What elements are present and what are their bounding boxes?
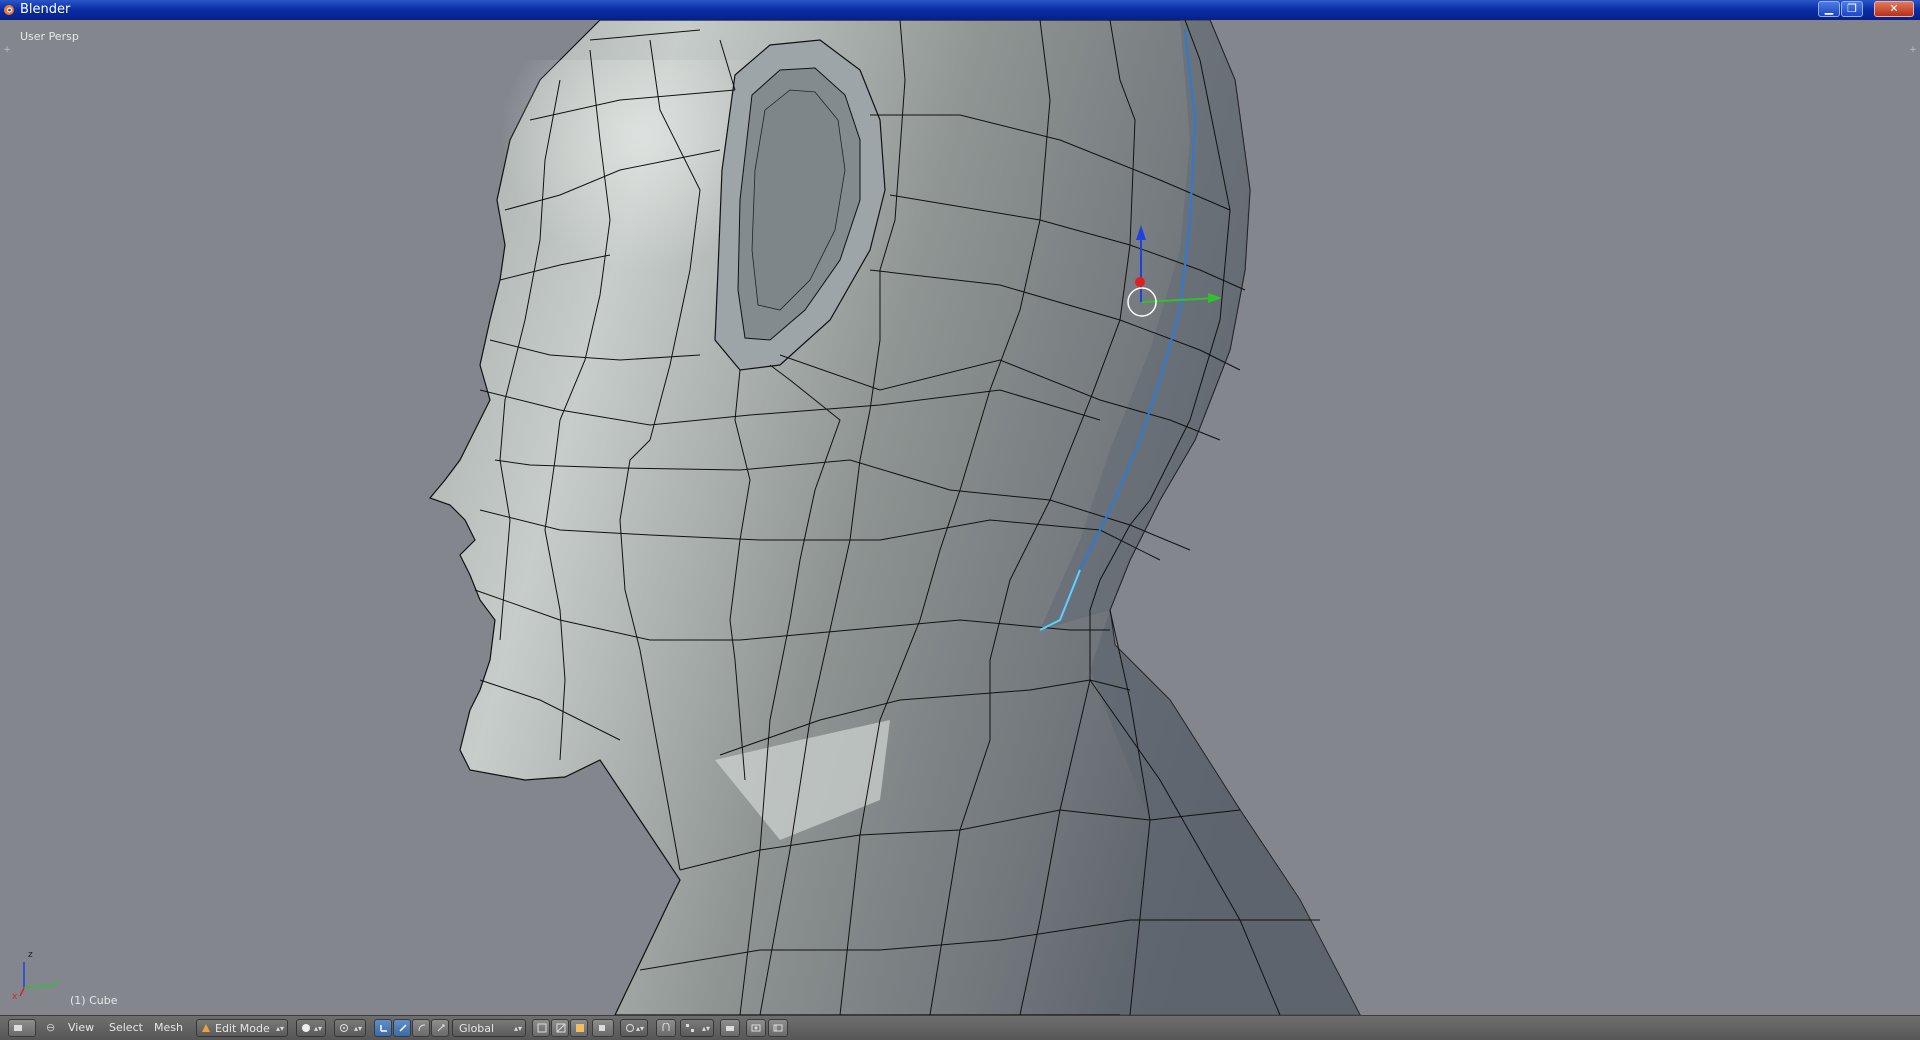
3d-viewport[interactable]: z y x User Persp (1) Cube + + [0,20,1920,1015]
mesh-render [19,20,1361,1015]
layers-icon [726,1026,734,1031]
scale-icon [437,1024,445,1032]
window-titlebar: Blender ▁ ❐ ✕ [0,0,1920,20]
pivot-dropdown[interactable]: ▴▾ [334,1019,366,1037]
occlude-icon [599,1025,605,1031]
editor-type-icon [14,1025,22,1031]
translate-toggle[interactable] [393,1019,411,1037]
manipulator-icon [380,1025,387,1032]
axis-label-x: x [12,992,18,1002]
proportional-edit-dropdown[interactable]: ▴▾ [620,1019,648,1037]
pivot-icon [340,1024,348,1032]
collapse-menu-icon[interactable]: ⊖ [46,1019,56,1037]
shading-icon [302,1024,310,1032]
axis-label-z: z [28,950,33,960]
select-mode-icon [537,1023,547,1033]
face-select-mode[interactable] [570,1019,588,1037]
vertex-select-mode[interactable] [532,1019,550,1037]
snap-icon [662,1023,670,1031]
shading-dropdown[interactable]: ▴▾ [296,1019,326,1037]
mode-dropdown[interactable]: Edit Mode ▴▾ [196,1019,288,1037]
object-label: (1) Cube [70,994,118,1007]
view-label: User Persp [20,30,79,43]
mode-dropdown-label: Edit Mode [215,1022,270,1035]
snap-element-dropdown[interactable]: ▴▾ [680,1019,714,1037]
menu-mesh[interactable]: Mesh [150,1019,187,1037]
maximize-button[interactable]: ❐ [1841,1,1863,17]
scale-toggle[interactable] [431,1019,449,1037]
editor-type-button[interactable] [8,1019,36,1037]
axis-label-y: y [53,978,59,988]
viewport-header: ⊖ View Select Mesh Edit Mode ▴▾ ▴▾ ▴▾ Glo… [0,1015,1920,1040]
axis-widget [19,962,53,997]
area-split-handle-left[interactable]: + [2,45,12,55]
layers-button[interactable] [720,1019,740,1037]
window-title: Blender [20,2,71,17]
minimize-button[interactable]: ▁ [1818,1,1840,17]
rotate-toggle[interactable] [412,1019,430,1037]
orientation-dropdown[interactable]: Global ▴▾ [452,1019,526,1037]
edge-select-icon [556,1023,566,1033]
menu-select[interactable]: Select [105,1019,147,1037]
close-button[interactable]: ✕ [1874,1,1914,17]
render-icon [751,1024,761,1032]
orientation-label: Global [459,1022,495,1035]
opengl-render-button[interactable] [746,1019,766,1037]
translate-icon [399,1024,407,1032]
opengl-render-anim-button[interactable] [768,1019,788,1037]
render-animation-icon [773,1024,783,1032]
occlude-geometry-toggle[interactable] [592,1019,614,1037]
snap-element-icon [686,1024,694,1032]
area-split-handle-right[interactable]: + [1908,45,1918,55]
mode-icon [202,1024,210,1032]
manipulator-toggle[interactable] [374,1019,392,1037]
rotate-icon [418,1024,426,1032]
menu-view[interactable]: View [64,1019,98,1037]
blender-logo-icon [4,5,14,15]
snap-toggle[interactable] [656,1019,676,1037]
face-select-icon [576,1024,584,1032]
proportional-icon [626,1024,634,1032]
edge-select-mode[interactable] [551,1019,569,1037]
